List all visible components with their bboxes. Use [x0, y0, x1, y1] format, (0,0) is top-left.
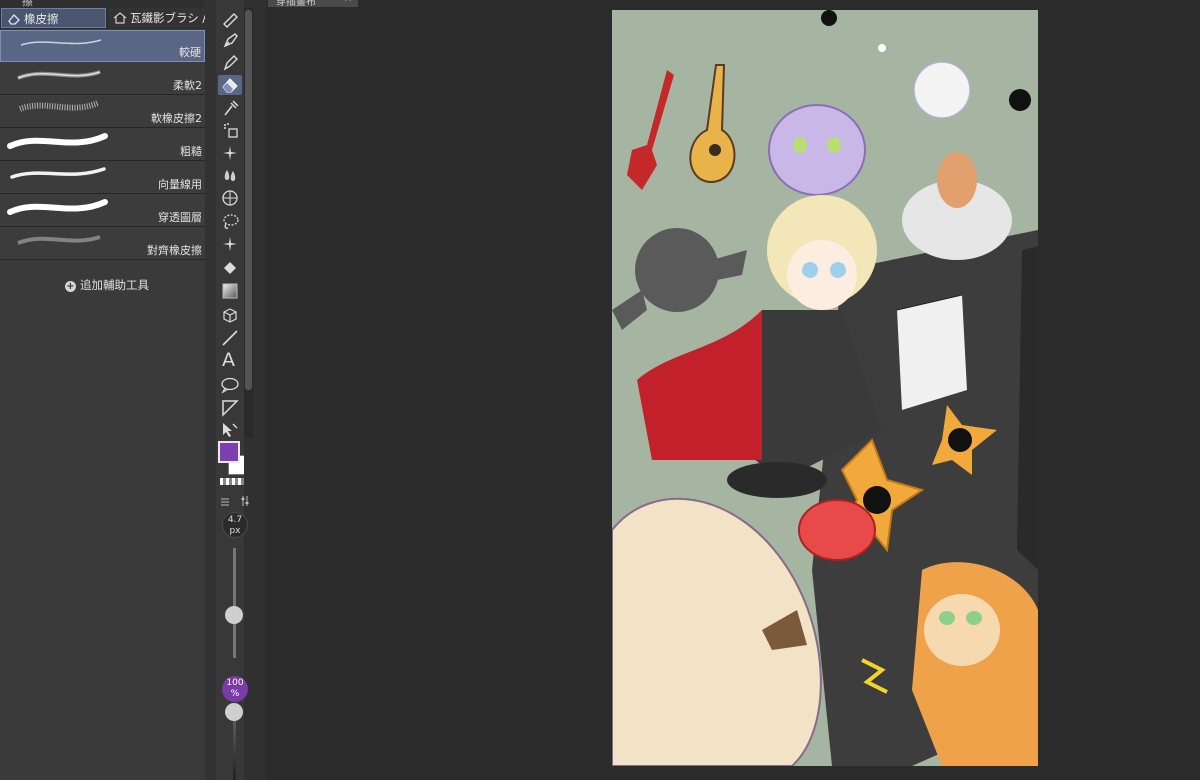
- brush-size-indicator[interactable]: 4.7 px: [222, 512, 248, 538]
- paint-bucket-icon: [224, 262, 236, 274]
- brush-item[interactable]: 向量線用: [0, 161, 205, 194]
- close-icon[interactable]: ×: [344, 0, 352, 4]
- pencil-tool[interactable]: [218, 8, 242, 28]
- canvas-tab[interactable]: 穿插畫布 ×: [268, 0, 358, 8]
- subtool-panel: 擦 橡皮擦 瓦鐵影ブラシ / De 較硬 柔軟2: [0, 0, 205, 780]
- brush-item[interactable]: 粗糙: [0, 128, 205, 161]
- line-icon: [222, 330, 238, 346]
- plus-icon: +: [65, 281, 76, 292]
- text-tool[interactable]: A: [218, 349, 242, 372]
- frame-tool[interactable]: [218, 398, 242, 418]
- 3d-object-tool[interactable]: [218, 305, 242, 325]
- main-color-swatch[interactable]: [218, 441, 240, 463]
- lasso-icon: [223, 214, 239, 229]
- toolbar-scrollbar[interactable]: [244, 8, 253, 438]
- eraser-tool[interactable]: [218, 75, 242, 95]
- canvas-tab-label: 穿插畫布: [276, 0, 316, 8]
- brush-item[interactable]: 穿透圖層: [0, 194, 205, 227]
- frame-cut-icon: [222, 400, 239, 417]
- pencil-icon: [223, 13, 238, 28]
- blend-tool[interactable]: [218, 165, 242, 185]
- brush-name: 對齊橡皮擦: [147, 244, 202, 257]
- dropper-tool[interactable]: [218, 98, 242, 118]
- opacity-unit: %: [230, 689, 240, 699]
- spray-tool[interactable]: [218, 120, 242, 140]
- brush-stroke-preview: [20, 39, 102, 46]
- brush-name: 向量線用: [158, 178, 202, 191]
- lasso-tool[interactable]: [218, 212, 242, 232]
- scrollbar-thumb[interactable]: [245, 10, 252, 390]
- brush-name: 粗糙: [180, 145, 202, 158]
- add-subtool-button[interactable]: + 追加輔助工具: [65, 277, 149, 293]
- brush-size-unit: px: [229, 526, 241, 536]
- brush-name: 穿透圖層: [158, 211, 202, 224]
- toolbar: A: [216, 0, 248, 780]
- pen-icon: [223, 33, 238, 48]
- grid-icon: [222, 190, 238, 206]
- 3d-cube-icon: [223, 308, 237, 323]
- brush-size-slider-knob[interactable]: [225, 606, 243, 624]
- transparent-color-swatch[interactable]: [220, 478, 244, 485]
- settings-sliders-icon[interactable]: [240, 492, 250, 506]
- ruler-grid-tool[interactable]: [218, 188, 242, 208]
- auto-select-tool[interactable]: [218, 235, 242, 255]
- eraser-icon: [8, 14, 20, 25]
- figure-tool[interactable]: [218, 328, 242, 348]
- fill-spray-icon: [224, 123, 238, 138]
- brush-item[interactable]: 較硬: [0, 30, 205, 62]
- gradient-tool[interactable]: [218, 281, 242, 301]
- brush-size-value: 4.7: [227, 515, 243, 525]
- magic-wand-icon: [223, 237, 237, 251]
- add-subtool-label: 追加輔助工具: [80, 278, 149, 292]
- speech-balloon-icon: [221, 377, 239, 394]
- brush-item[interactable]: 軟橡皮擦2: [0, 95, 205, 128]
- operation-arrow-icon: [223, 423, 238, 437]
- tab-eraser[interactable]: 橡皮擦: [1, 8, 106, 28]
- balloon-tool[interactable]: [218, 375, 242, 395]
- pen-tool[interactable]: [218, 30, 242, 50]
- dropper-icon: [224, 100, 239, 116]
- sparkle-icon: [223, 146, 237, 160]
- tab-label: 橡皮擦: [24, 12, 59, 26]
- tab-other-brush[interactable]: 瓦鐵影ブラシ / De: [108, 8, 205, 28]
- tab-label: 瓦鐵影ブラシ / De: [130, 11, 205, 25]
- blend-drops-icon: [224, 170, 236, 181]
- subtool-tabs: 橡皮擦 瓦鐵影ブラシ / De: [0, 7, 205, 29]
- fill-tool[interactable]: [218, 258, 242, 278]
- gradient-icon: [222, 283, 238, 299]
- opacity-slider-knob[interactable]: [225, 703, 243, 721]
- panel-divider[interactable]: [205, 0, 216, 780]
- opacity-slider-track[interactable]: [233, 712, 236, 780]
- brush-item[interactable]: 對齊橡皮擦: [0, 227, 205, 260]
- text-icon: A: [222, 349, 235, 371]
- brush-name: 較硬: [179, 46, 201, 59]
- operation-tool[interactable]: [218, 420, 242, 440]
- artwork-illustration: [612, 10, 1038, 766]
- opacity-indicator[interactable]: 100 %: [222, 676, 248, 702]
- marker-tool[interactable]: [218, 52, 242, 72]
- brush-list: 較硬 柔軟2 軟橡皮擦2 粗糙 向量線用 穿透圖層 對齊橡皮擦: [0, 30, 205, 260]
- menu-icon[interactable]: [220, 492, 230, 506]
- opacity-value: 100: [226, 678, 244, 688]
- marker-icon: [223, 55, 238, 71]
- brush-name: 柔軟2: [173, 79, 202, 92]
- decoration-tool[interactable]: [218, 143, 242, 163]
- brush-name: 軟橡皮擦2: [151, 112, 202, 125]
- brush-stroke-preview: [7, 133, 108, 149]
- house-icon: [113, 12, 127, 24]
- brush-size-slider-track[interactable]: [233, 548, 236, 658]
- canvas-artwork[interactable]: [612, 10, 1038, 766]
- eraser-icon: [222, 78, 238, 93]
- brush-item[interactable]: 柔軟2: [0, 62, 205, 95]
